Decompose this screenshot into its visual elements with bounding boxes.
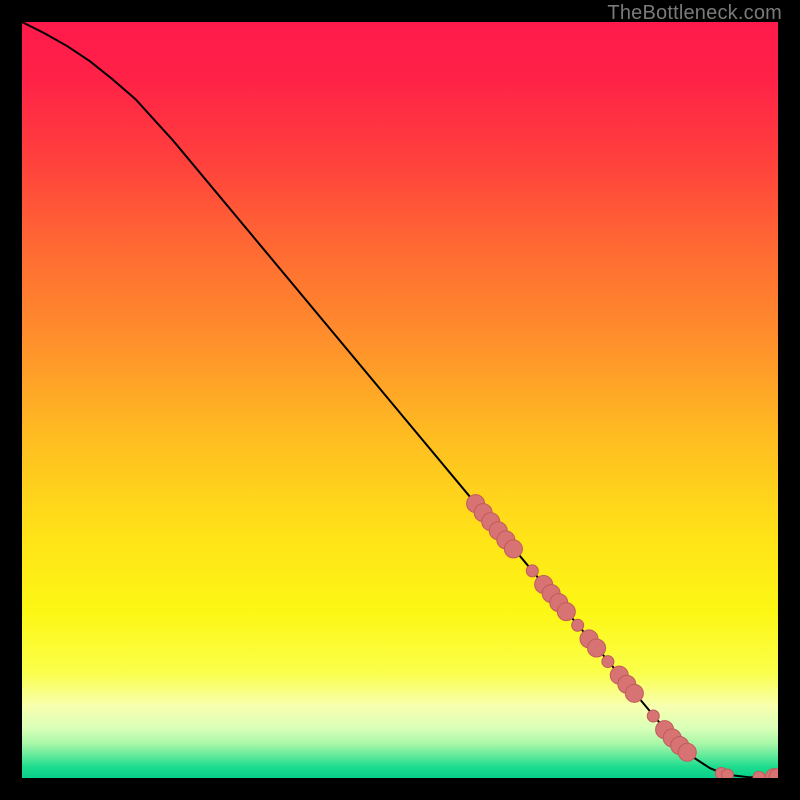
scatter-point (678, 743, 696, 761)
scatter-point (625, 684, 643, 702)
scatter-point (588, 639, 606, 657)
scatter-point (504, 540, 522, 558)
scatter-point (602, 656, 614, 668)
plot-svg (22, 22, 778, 778)
plot-area (22, 22, 778, 778)
scatter-point (721, 769, 733, 778)
chart-stage: TheBottleneck.com (0, 0, 800, 800)
scatter-point (647, 710, 659, 722)
scatter-point (526, 565, 538, 577)
scatter-point (557, 603, 575, 621)
scatter-point (572, 619, 584, 631)
gradient-background (22, 22, 778, 778)
